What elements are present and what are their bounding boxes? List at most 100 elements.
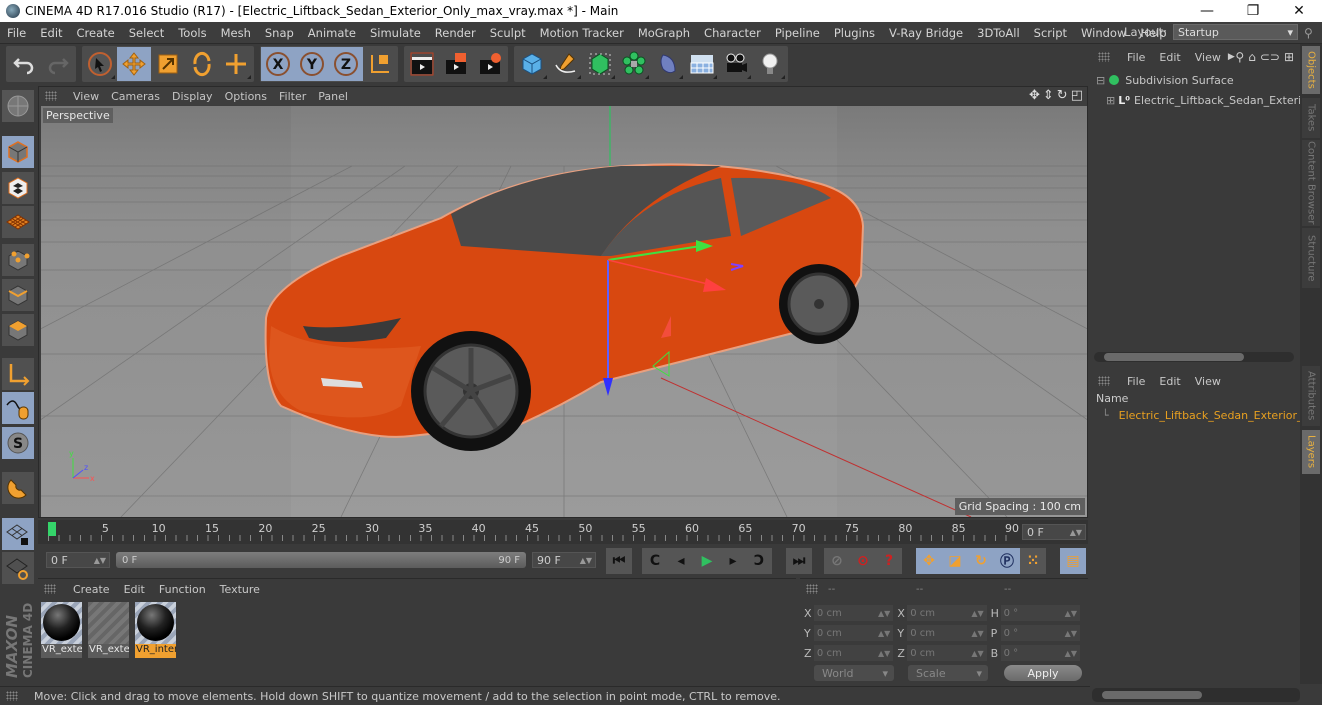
texture-mode-button[interactable] <box>2 172 34 204</box>
keyframe-selection-button[interactable]: ? <box>876 548 902 574</box>
material-menu-create[interactable]: Create <box>66 583 117 596</box>
position-y-field[interactable]: 0 cm ▲▼ <box>813 625 894 641</box>
point-level-key-button[interactable]: ⁙ <box>1020 548 1046 574</box>
material-menu-texture[interactable]: Texture <box>213 583 267 596</box>
collapse-icon[interactable]: ⊟ <box>1096 74 1105 87</box>
current-frame-marker[interactable] <box>48 522 56 536</box>
menu-mograph[interactable]: MoGraph <box>631 26 697 40</box>
search-icon[interactable]: ⚲ <box>1235 50 1244 64</box>
timeline-ruler[interactable]: 051015202530354045505560657075808590 0 F… <box>38 520 1088 544</box>
material-menu-edit[interactable]: Edit <box>117 583 152 596</box>
search-icon[interactable]: ⚲ <box>1304 26 1318 40</box>
rotate-button[interactable] <box>185 47 219 81</box>
preview-range-slider[interactable]: 0 F 90 F <box>116 552 526 568</box>
menu-v-ray-bridge[interactable]: V-Ray Bridge <box>882 26 970 40</box>
floor-button[interactable] <box>685 47 719 81</box>
menu-animate[interactable]: Animate <box>301 26 363 40</box>
rotation-p-field[interactable]: 0 ° ▲▼ <box>1000 625 1080 641</box>
new-window-icon[interactable]: ⊞ <box>1284 50 1294 64</box>
go-to-start-button[interactable]: ⏮ <box>606 548 632 574</box>
snapping-button[interactable]: S <box>2 427 34 459</box>
size-y-field[interactable]: 0 cm ▲▼ <box>907 625 987 641</box>
menu-create[interactable]: Create <box>70 26 122 40</box>
scale-key-button[interactable]: ◪ <box>942 548 968 574</box>
play-button[interactable]: ▶ <box>694 548 720 574</box>
menu-script[interactable]: Script <box>1027 26 1074 40</box>
menu-snap[interactable]: Snap <box>258 26 301 40</box>
move-button[interactable] <box>117 47 151 81</box>
layers-menu-edit[interactable]: Edit <box>1152 375 1187 388</box>
grip-icon[interactable] <box>806 584 818 594</box>
render-picture-viewer-button[interactable] <box>439 47 473 81</box>
points-mode-button[interactable] <box>2 244 34 276</box>
menu-edit[interactable]: Edit <box>33 26 69 40</box>
scrollbar-thumb[interactable] <box>1102 691 1202 699</box>
layout-dropdown[interactable]: Startup ▾ <box>1173 24 1298 40</box>
parameter-key-button[interactable]: Ⓟ <box>994 548 1020 574</box>
objects-menu-edit[interactable]: Edit <box>1152 51 1187 64</box>
make-editable-button[interactable] <box>2 90 34 122</box>
menu-motion-tracker[interactable]: Motion Tracker <box>533 26 631 40</box>
menu-character[interactable]: Character <box>697 26 768 40</box>
more-arrow-icon[interactable]: ▶ <box>1228 52 1235 62</box>
workplane-mode-button[interactable] <box>2 206 34 238</box>
menu-sculpt[interactable]: Sculpt <box>483 26 533 40</box>
next-frame-button[interactable]: ▸ <box>720 548 746 574</box>
viewport-menu-display[interactable]: Display <box>166 90 219 103</box>
tweak-mode-button[interactable] <box>2 392 34 424</box>
size-z-field[interactable]: 0 cm ▲▼ <box>907 645 987 661</box>
planar-workplane-button[interactable] <box>2 552 34 584</box>
coordinate-system-button[interactable] <box>363 47 397 81</box>
coordinate-space-dropdown[interactable]: World ▾ <box>814 665 894 681</box>
perspective-viewport[interactable]: y x z Perspective Grid Spacing : 100 cm <box>41 106 1087 517</box>
layer-item[interactable]: └ Electric_Liftback_Sedan_Exterior_C <box>1102 405 1300 425</box>
minimize-button[interactable]: — <box>1184 0 1230 22</box>
close-button[interactable]: ✕ <box>1276 0 1322 22</box>
viewport-menu-view[interactable]: View <box>67 90 105 103</box>
viewport-menu-filter[interactable]: Filter <box>273 90 312 103</box>
autokeying-button[interactable]: ⊙ <box>850 548 876 574</box>
tree-item[interactable]: ⊞ L⁰ Electric_Liftback_Sedan_Exterior_ <box>1092 90 1300 110</box>
toggle-layout-icon[interactable]: ◰ <box>1071 88 1083 103</box>
restore-button[interactable]: ❐ <box>1230 0 1276 22</box>
subdivision-button[interactable] <box>583 47 617 81</box>
grip-icon[interactable] <box>44 584 56 594</box>
layer-horizontal-scrollbar[interactable] <box>1092 688 1300 702</box>
menu-3dtoall[interactable]: 3DToAll <box>970 26 1027 40</box>
previous-frame-button[interactable]: ◂ <box>668 548 694 574</box>
cloner-button[interactable] <box>617 47 651 81</box>
layers-menu-file[interactable]: File <box>1120 375 1152 388</box>
pen-spline-button[interactable] <box>549 47 583 81</box>
viewport-menu-cameras[interactable]: Cameras <box>105 90 166 103</box>
pan-icon[interactable]: ✥ <box>1029 88 1040 103</box>
menu-mesh[interactable]: Mesh <box>214 26 258 40</box>
apply-button[interactable]: Apply <box>1004 665 1082 681</box>
enable-axis-button[interactable] <box>2 358 34 390</box>
grip-icon[interactable] <box>1098 52 1110 62</box>
material-swatch[interactable]: VR_exte <box>41 602 82 658</box>
tab-layers[interactable]: Layers <box>1302 430 1320 474</box>
material-swatch-selected[interactable]: VR_inter <box>135 602 176 658</box>
record-active-objects-button[interactable]: ⊘ <box>824 548 850 574</box>
menu-select[interactable]: Select <box>122 26 171 40</box>
previous-key-button[interactable]: C <box>642 548 668 574</box>
tab-takes[interactable]: Takes <box>1302 98 1320 138</box>
start-frame-field[interactable]: 0 F ▲▼ <box>46 552 110 568</box>
deformer-button[interactable] <box>651 47 685 81</box>
undo-button[interactable] <box>7 47 41 81</box>
tab-structure[interactable]: Structure <box>1302 228 1320 288</box>
objects-menu-file[interactable]: File <box>1120 51 1152 64</box>
current-frame-field[interactable]: 0 F ▲▼ <box>1022 524 1086 540</box>
tab-objects[interactable]: Objects <box>1302 46 1320 94</box>
camera-button[interactable] <box>719 47 753 81</box>
tab-content-browser[interactable]: Content Browser <box>1302 140 1320 226</box>
layers-menu-view[interactable]: View <box>1188 375 1228 388</box>
viewport-menu-options[interactable]: Options <box>219 90 273 103</box>
x-axis-button[interactable]: X <box>261 47 295 81</box>
timeline-window-button[interactable]: ▤ <box>1060 548 1086 574</box>
model-mode-button[interactable] <box>2 136 34 168</box>
viewport-menu-panel[interactable]: Panel <box>312 90 354 103</box>
objects-menu-view[interactable]: View <box>1188 51 1228 64</box>
link-icon[interactable]: ⊂⊃ <box>1260 50 1280 64</box>
redo-button[interactable] <box>41 47 75 81</box>
